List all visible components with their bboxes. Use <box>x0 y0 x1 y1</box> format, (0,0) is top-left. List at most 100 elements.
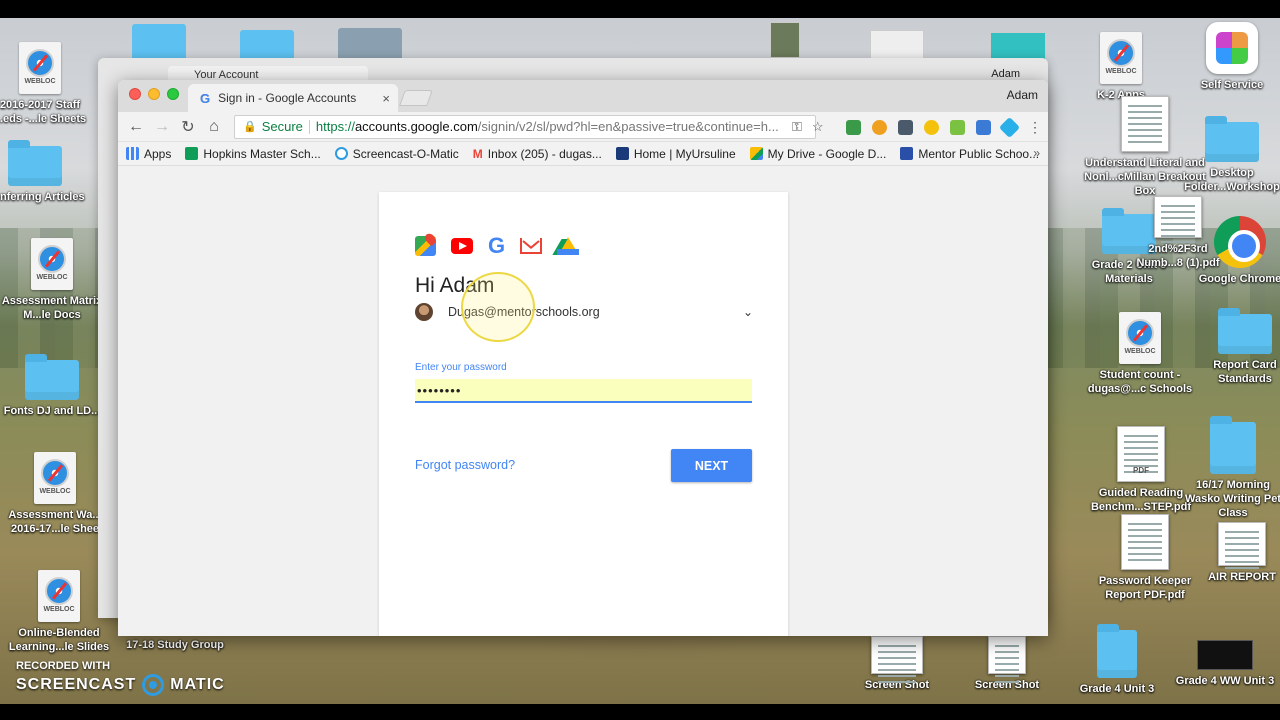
bookmark-hopkins[interactable]: Hopkins Master Sch... <box>185 146 321 161</box>
cursor-highlight <box>461 272 535 342</box>
desktop-icon-label: Assessment Wa... 2016-17...le Shee <box>8 509 102 535</box>
extension-flag-icon[interactable] <box>976 119 991 135</box>
image-thumbnail-icon[interactable] <box>770 22 800 58</box>
desktop-icon-assessment-wall[interactable]: WEBLOC Assessment Wa... 2016-17...le She… <box>0 452 110 536</box>
desktop-icon-screen-shot-2[interactable]: Screen Shot <box>952 636 1062 692</box>
desktop-icon-air-report[interactable]: AIR REPORT <box>1192 522 1280 584</box>
document-thumbnail-icon <box>1197 640 1253 670</box>
minimize-window-button[interactable] <box>148 88 160 100</box>
forgot-password-link[interactable]: Forgot password? <box>415 458 515 472</box>
password-field[interactable] <box>415 379 752 403</box>
desktop-icon-google-chrome[interactable]: Google Chrome <box>1185 216 1280 286</box>
folder-icon <box>1210 416 1256 474</box>
desktop-icon-label: Fonts DJ and LD... <box>3 405 101 417</box>
tab-strip: G Sign in - Google Accounts × Adam <box>118 80 1048 112</box>
address-bar-actions: ⚿ ☆ <box>792 112 824 142</box>
extension-yellow-icon[interactable] <box>924 119 939 135</box>
bookmark-my-drive[interactable]: My Drive - Google D... <box>749 147 886 161</box>
screencast-icon <box>334 147 348 160</box>
desktop-icon-self-service[interactable]: Self Service <box>1177 22 1280 92</box>
bookmark-apps[interactable]: Apps <box>126 147 171 161</box>
desktop-icon-conferring-articles[interactable]: Conferring Articles <box>0 140 90 204</box>
desktop-icon-grade4-ww[interactable]: Grade 4 WW Unit 3 <box>1170 640 1280 688</box>
profile-user-name[interactable]: Adam <box>1007 88 1038 102</box>
maximize-window-button[interactable] <box>167 88 179 100</box>
address-bar[interactable]: 🔒 Secure https://accounts.google.com/sig… <box>234 114 816 139</box>
new-tab-button[interactable] <box>399 90 433 106</box>
address-separator <box>308 119 310 134</box>
extension-megaphone-icon[interactable] <box>898 119 913 135</box>
desktop-icon-label: Grade 4 WW Unit 3 <box>1175 675 1275 687</box>
desktop-icon-label: Conferring Articles <box>0 191 85 203</box>
extension-flower-icon[interactable] <box>872 119 887 135</box>
webloc-icon: WEBLOC <box>1100 32 1142 84</box>
webloc-icon: WEBLOC <box>19 42 61 94</box>
secure-label: Secure <box>261 119 303 134</box>
browser-toolbar: ← → ↻ ⌂ 🔒 Secure https://accounts.google… <box>118 112 1048 142</box>
chevron-down-icon[interactable]: ⌄ <box>743 305 753 319</box>
desktop-icon-screen-shot-1[interactable]: Screen Shot <box>842 636 952 692</box>
extension-icons: ⋮ <box>846 112 1042 142</box>
desktop-icon-grade4-unit3[interactable]: Grade 4 Unit 3 <box>1062 624 1172 696</box>
screencast-watermark: RECORDED WITH SCREENCAST MATIC <box>16 660 225 696</box>
back-arrow-icon[interactable]: ← <box>124 115 148 139</box>
desktop-icon-label: Student count - dugas@...c Schools <box>1087 369 1193 395</box>
desktop-icon-report-card[interactable]: Report Card Standards <box>1190 308 1280 386</box>
screencast-logo-icon <box>142 674 165 696</box>
document-thumbnail-icon <box>1121 514 1169 570</box>
bookmark-mentor[interactable]: Mentor Public Schoo... <box>900 147 1039 161</box>
tab-title: Sign in - Google Accounts <box>218 91 357 105</box>
url-host: accounts.google.com <box>354 119 478 134</box>
forward-arrow-icon[interactable]: → <box>150 115 174 139</box>
bookmark-label: Screencast-O-Matic <box>352 146 459 161</box>
desktop-icon-desktop-folder[interactable]: Desktop Folder...Workshop <box>1182 116 1280 194</box>
extension-diamond-icon[interactable] <box>998 116 1021 138</box>
bookmark-myursuline[interactable]: Home | MyUrsuline <box>615 147 736 161</box>
reload-icon[interactable]: ↻ <box>176 115 200 139</box>
google-maps-icon <box>415 236 436 256</box>
google-favicon-icon: G <box>200 90 211 106</box>
desktop-icon-label: Report Card Standards <box>1213 359 1277 385</box>
folder-icon <box>8 140 62 186</box>
desktop-icon-label: Password Keeper Report PDF.pdf <box>1098 575 1192 601</box>
desktop-icon-student-count[interactable]: WEBLOC Student count - dugas@...c School… <box>1085 312 1195 396</box>
tab-close-icon[interactable]: × <box>382 91 390 106</box>
desktop-icon-password-keeper[interactable]: Password Keeper Report PDF.pdf <box>1090 514 1200 602</box>
bookmark-label: Mentor Public Schoo... <box>918 146 1040 161</box>
gmail-icon <box>520 238 543 254</box>
browser-window[interactable]: G Sign in - Google Accounts × Adam ← → ↻… <box>118 80 1048 636</box>
desktop-icon-fonts[interactable]: Fonts DJ and LD... <box>0 354 107 418</box>
google-product-logos: G <box>415 235 580 257</box>
desktop-icon-label: 17-18 Study Group <box>126 639 224 651</box>
bookmark-inbox[interactable]: M Inbox (205) - dugas... <box>473 147 602 162</box>
top-letterbox <box>0 0 1280 18</box>
desktop-icon-label: Online-Blended Learning...le Slides <box>8 627 110 653</box>
password-label: Enter your password <box>415 362 507 373</box>
extension-green-icon[interactable] <box>950 119 965 135</box>
desktop-icon-staff-sheets[interactable]: WEBLOC 2016-2017 Staff ...eds -...le She… <box>0 42 95 126</box>
desktop-icon-morning-class[interactable]: 16/17 Morning Wasko Writing Pet Class <box>1178 416 1280 520</box>
webloc-icon: WEBLOC <box>1119 312 1161 364</box>
bookmarks-overflow-icon[interactable]: » <box>1033 146 1040 160</box>
desktop-icon-study-group[interactable]: 17-18 Study Group <box>120 638 230 652</box>
home-icon[interactable]: ⌂ <box>202 115 226 139</box>
bookmark-star-icon[interactable]: ☆ <box>812 119 824 135</box>
sheets-icon <box>185 147 199 160</box>
next-button[interactable]: NEXT <box>671 449 752 482</box>
close-window-button[interactable] <box>129 88 141 100</box>
desktop-icon-k2-apps[interactable]: WEBLOC K-2 Apps <box>1066 32 1176 102</box>
google-drive-icon <box>557 237 580 255</box>
bookmark-screencast[interactable]: Screencast-O-Matic <box>334 146 459 161</box>
desktop-icon-label: Desktop Folder...Workshop <box>1184 167 1280 193</box>
tab-sign-in[interactable]: G Sign in - Google Accounts × <box>188 84 398 112</box>
chrome-menu-icon[interactable]: ⋮ <box>1028 119 1042 136</box>
key-icon[interactable]: ⚿ <box>792 119 802 135</box>
bookmark-label: Hopkins Master Sch... <box>203 146 321 161</box>
background-window-user: Adam <box>991 68 1020 80</box>
pdf-icon: PDF <box>1117 426 1165 482</box>
extension-evernote-icon[interactable] <box>846 119 861 135</box>
chrome-icon <box>1214 216 1266 268</box>
webloc-icon: WEBLOC <box>34 452 76 504</box>
desktop-icon-assessment-matrix[interactable]: WEBLOC Assessment Matrix M...le Docs <box>0 238 107 322</box>
desktop-icon-label: Assessment Matrix M...le Docs <box>1 295 103 321</box>
